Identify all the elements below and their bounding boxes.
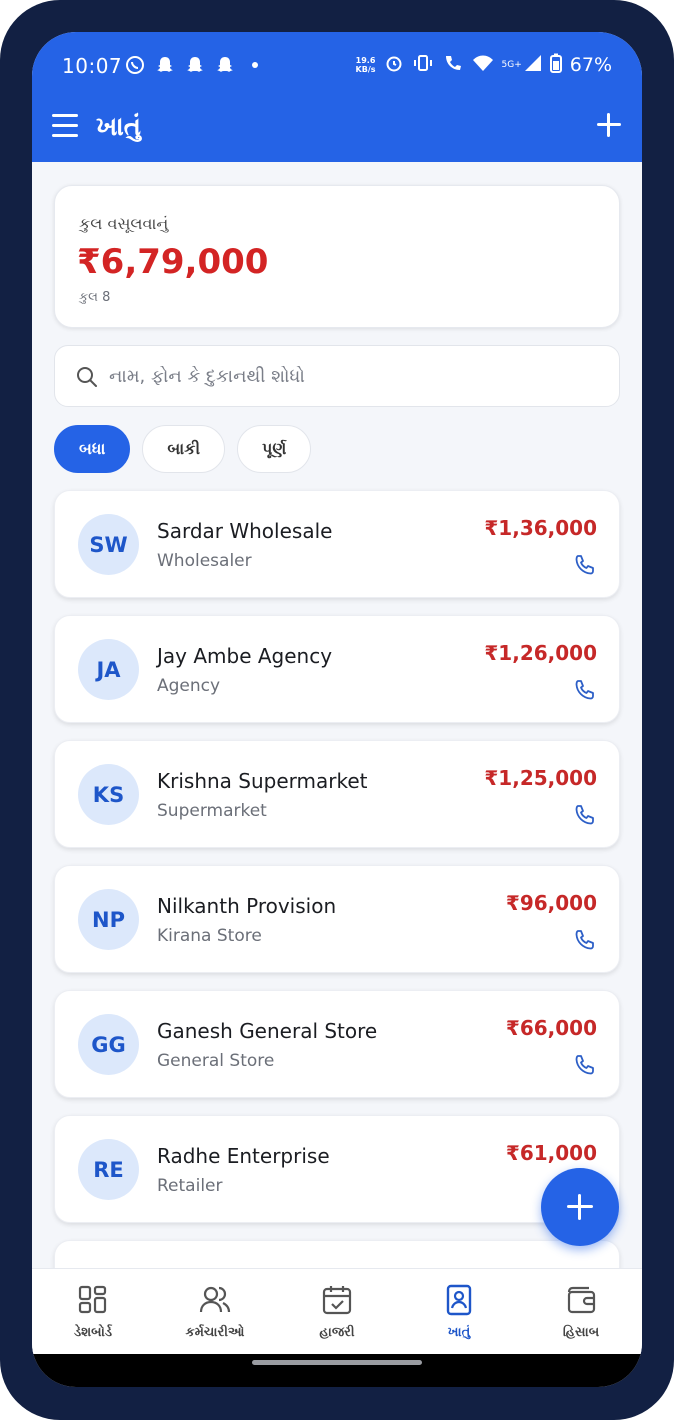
- search-box[interactable]: [54, 345, 620, 407]
- account-amount: ₹96,000: [505, 891, 597, 915]
- vibrate-icon: [412, 53, 434, 77]
- nav-dashboard[interactable]: ડેશબોર્ડ: [32, 1269, 154, 1354]
- filter-chips: બધા બાકી પૂર્ણ: [54, 425, 312, 473]
- account-name: Ganesh General Store: [157, 1019, 378, 1043]
- nav-attendance[interactable]: હાજરી: [276, 1269, 398, 1354]
- account-type: Supermarket: [157, 801, 267, 821]
- nav-label: ખાતું: [447, 1325, 471, 1340]
- avatar: KS: [78, 764, 139, 825]
- accounts-icon: [446, 1284, 472, 1316]
- wifi-icon: [472, 53, 494, 77]
- nav-accounts[interactable]: ખાતું: [398, 1269, 520, 1354]
- bottom-navigation: ડેશબોર્ડ કર્મચારીઓ હાજરી ખાતું હિસાબ: [32, 1268, 642, 1354]
- account-type: Wholesaler: [157, 551, 252, 571]
- account-name: Krishna Supermarket: [157, 769, 368, 793]
- account-amount: ₹1,25,000: [484, 766, 597, 790]
- dot-icon: [244, 54, 266, 76]
- nav-label: કર્મચારીઓ: [185, 1325, 245, 1340]
- menu-icon: [52, 114, 78, 117]
- account-name: Sardar Wholesale: [157, 519, 333, 543]
- account-row[interactable]: SW Sardar Wholesale Wholesaler ₹1,36,000: [54, 490, 620, 598]
- home-indicator[interactable]: [252, 1360, 422, 1365]
- snapchat-icon: [154, 54, 176, 76]
- account-row[interactable]: NP Nilkanth Provision Kirana Store ₹96,0…: [54, 865, 620, 973]
- dashboard-icon: [78, 1285, 107, 1314]
- gesture-area: [32, 1354, 642, 1387]
- total-count: કુલ 8: [79, 290, 111, 305]
- total-receivable-label: કુલ વસૂલવાનું: [79, 214, 169, 233]
- avatar: RE: [78, 1139, 139, 1200]
- filter-pending-chip[interactable]: બાકી: [142, 425, 226, 473]
- account-amount: ₹66,000: [505, 1016, 597, 1040]
- account-type: Kirana Store: [157, 926, 262, 946]
- account-type: Agency: [157, 676, 221, 696]
- account-amount: ₹61,000: [505, 1141, 597, 1165]
- account-row[interactable]: RE Radhe Enterprise Retailer ₹61,000: [54, 1115, 620, 1223]
- account-name: Jay Ambe Agency: [157, 644, 333, 668]
- phone-icon[interactable]: [573, 803, 597, 827]
- snapchat-icon: [214, 54, 236, 76]
- wallet-icon: [567, 1286, 596, 1314]
- avatar: NP: [78, 889, 139, 950]
- total-receivable-card: કુલ વસૂલવાનું ₹6,79,000 કુલ 8: [54, 185, 620, 328]
- phone-icon[interactable]: [573, 928, 597, 952]
- account-row[interactable]: JA Jay Ambe Agency Agency ₹1,26,000: [54, 615, 620, 723]
- add-button[interactable]: [596, 112, 622, 138]
- system-icons: 19.6 KB/s 5G+ 67%: [356, 53, 612, 77]
- whatsapp-icon: [124, 54, 146, 76]
- nav-employees[interactable]: કર્મચારીઓ: [154, 1269, 276, 1354]
- status-time: 10:07: [62, 54, 123, 78]
- notification-icons: [124, 54, 266, 76]
- add-account-fab[interactable]: [541, 1168, 619, 1246]
- snapchat-icon: [184, 54, 206, 76]
- battery-level: 67%: [569, 54, 612, 76]
- signal-icon: [524, 54, 542, 76]
- page-title: ખાતું: [96, 112, 141, 142]
- account-row[interactable]: GG Ganesh General Store General Store ₹6…: [54, 990, 620, 1098]
- employees-icon: [199, 1286, 231, 1313]
- account-amount: ₹1,36,000: [484, 516, 597, 540]
- avatar: GG: [78, 1014, 139, 1075]
- account-row[interactable]: KS Krishna Supermarket Supermarket ₹1,25…: [54, 740, 620, 848]
- app-bar: ખાતું: [32, 100, 642, 162]
- account-amount: ₹1,26,000: [484, 641, 597, 665]
- filter-complete-chip[interactable]: પૂર્ણ: [237, 425, 312, 473]
- nav-label: હાજરી: [319, 1325, 355, 1340]
- phone-icon[interactable]: [573, 553, 597, 577]
- status-bar: 10:07 19.6 KB/s 5G+ 67%: [32, 32, 642, 100]
- account-type: Retailer: [157, 1176, 223, 1196]
- nav-label: ડેશબોર્ડ: [74, 1325, 112, 1340]
- account-type: General Store: [157, 1051, 275, 1071]
- avatar: JA: [78, 639, 139, 700]
- wifi-call-icon: [442, 53, 464, 77]
- phone-icon[interactable]: [573, 678, 597, 702]
- phone-icon[interactable]: [573, 1053, 597, 1077]
- avatar: SW: [78, 514, 139, 575]
- search-input[interactable]: [109, 356, 599, 396]
- account-name: Nilkanth Provision: [157, 894, 337, 918]
- nav-label: હિસાબ: [562, 1325, 600, 1340]
- account-name: Radhe Enterprise: [157, 1144, 330, 1168]
- phone-frame: 10:07 19.6 KB/s 5G+ 67% ખાતું કુલ વસૂલવા…: [0, 0, 674, 1420]
- search-icon: [77, 367, 97, 387]
- battery-icon: [549, 53, 562, 77]
- alarm-icon: [384, 53, 404, 77]
- filter-all-chip[interactable]: બધા: [54, 425, 131, 473]
- menu-button[interactable]: [52, 114, 78, 138]
- network-type: 5G+: [501, 60, 522, 70]
- attendance-icon: [322, 1286, 352, 1315]
- account-list: SW Sardar Wholesale Wholesaler ₹1,36,000…: [54, 490, 620, 1365]
- net-speed: 19.6 KB/s: [355, 56, 376, 74]
- nav-ledger[interactable]: હિસાબ: [520, 1269, 642, 1354]
- total-receivable-amount: ₹6,79,000: [77, 242, 269, 282]
- screen: 10:07 19.6 KB/s 5G+ 67% ખાતું કુલ વસૂલવા…: [32, 32, 642, 1387]
